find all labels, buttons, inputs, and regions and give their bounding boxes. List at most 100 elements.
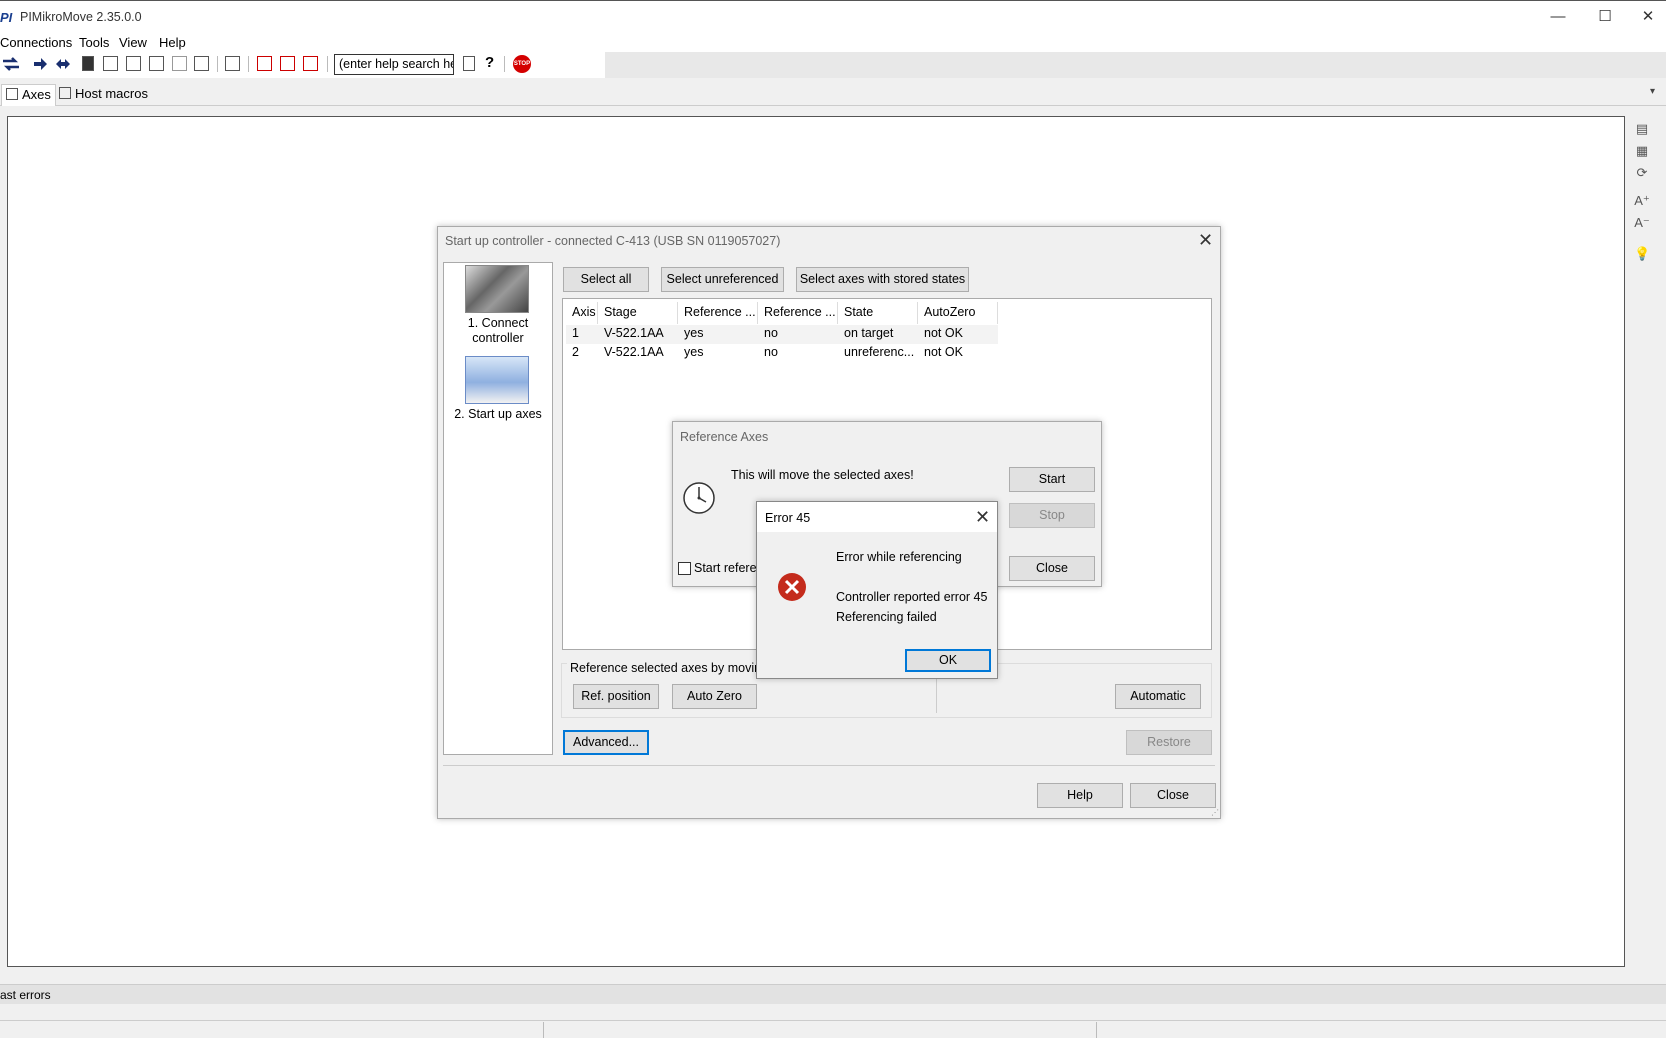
menu-view[interactable]: View <box>119 35 147 50</box>
toolbar-separator <box>217 56 218 72</box>
connect-icon[interactable] <box>2 56 20 75</box>
table-cell[interactable]: V-522.1AA <box>598 325 670 343</box>
move-both-icon[interactable] <box>55 56 71 75</box>
terminal-icon[interactable] <box>126 56 141 71</box>
tab-host-macros-label: Host macros <box>75 86 148 101</box>
bottom-status-strip <box>0 1020 1666 1038</box>
restore-button[interactable]: Restore <box>1126 730 1212 755</box>
ref-position-button[interactable]: Ref. position <box>573 684 659 709</box>
tab-host-macros[interactable]: Host macros <box>55 84 152 106</box>
start-referencing-checkbox[interactable] <box>678 562 691 575</box>
table-cell[interactable]: no <box>758 325 784 343</box>
table-cell[interactable]: yes <box>678 325 709 343</box>
help-button[interactable]: Help <box>1037 783 1123 808</box>
help-search-input[interactable]: (enter help search he <box>334 54 454 75</box>
table-cell[interactable]: 2 <box>566 344 585 362</box>
table-cell[interactable]: on target <box>838 325 899 343</box>
font-larger-icon[interactable]: A⁺ <box>1634 193 1650 209</box>
startup-dialog-close-icon[interactable]: ✕ <box>1198 230 1213 251</box>
table-cell[interactable]: unreferenc... <box>838 344 920 362</box>
table-cell[interactable]: 1 <box>566 325 585 343</box>
select-unreferenced-button[interactable]: Select unreferenced <box>661 267 784 292</box>
column-header-reference-2[interactable]: Reference ... <box>758 302 838 324</box>
auto-zero-button[interactable]: Auto Zero <box>672 684 757 709</box>
reference-group-label: Reference selected axes by moving <box>567 661 772 675</box>
error-ok-button[interactable]: OK <box>905 649 991 672</box>
error-dialog-close-icon[interactable]: ✕ <box>975 507 990 528</box>
maximize-button[interactable]: ☐ <box>1583 6 1627 28</box>
column-header-reference-1[interactable]: Reference ... <box>678 302 758 324</box>
table-cell[interactable]: V-522.1AA <box>598 344 670 362</box>
column-header-stage[interactable]: Stage <box>598 302 678 324</box>
scan-icon[interactable] <box>303 56 318 71</box>
error-line-3: Referencing failed <box>836 610 937 624</box>
panel-grid-icon[interactable]: ▦ <box>1634 143 1650 159</box>
step-connect-controller[interactable]: 1. Connect controller <box>444 316 552 346</box>
tab-dropdown-icon[interactable]: ▾ <box>1650 86 1655 97</box>
resize-grip-icon[interactable]: ⋰ <box>1211 808 1219 817</box>
dialog-separator <box>443 765 1215 766</box>
toolbar-separator <box>327 56 328 72</box>
help-icon[interactable]: ? <box>485 54 494 71</box>
trigger-icon[interactable] <box>280 56 295 71</box>
table-cell[interactable]: not OK <box>918 344 969 362</box>
status-text: ast errors <box>0 988 51 1002</box>
step-startup-line1: 2. Start up axes <box>454 407 542 421</box>
table-cell[interactable]: yes <box>678 344 709 362</box>
error-line-1: Error while referencing <box>836 550 962 564</box>
positioner-icon[interactable] <box>82 56 94 71</box>
error-line-2: Controller reported error 45 <box>836 590 988 604</box>
reference-message: This will move the selected axes! <box>731 468 914 482</box>
minimize-button[interactable]: — <box>1536 6 1580 28</box>
tab-axes[interactable]: Axes <box>1 84 56 106</box>
right-sidebar <box>1628 116 1666 967</box>
startup-dialog-title: Start up controller - connected C-413 (U… <box>445 234 781 248</box>
column-header-state[interactable]: State <box>838 302 918 324</box>
column-header-axis[interactable]: Axis <box>566 302 598 324</box>
data-recorder-icon[interactable] <box>172 56 187 71</box>
menu-tools[interactable]: Tools <box>79 35 109 50</box>
refresh-icon[interactable]: ⟳ <box>1634 165 1650 181</box>
menu-connections[interactable]: Connections <box>0 35 72 50</box>
title-bar <box>0 0 1666 34</box>
tip-icon[interactable]: 💡 <box>1634 246 1650 262</box>
group-divider <box>936 678 937 713</box>
graph-icon[interactable] <box>149 56 164 71</box>
reference-close-button[interactable]: Close <box>1009 556 1095 581</box>
step-start-up-axes[interactable]: 2. Start up axes <box>444 407 552 422</box>
automatic-button[interactable]: Automatic <box>1115 684 1201 709</box>
reference-start-button[interactable]: Start <box>1009 467 1095 492</box>
error-icon <box>777 572 807 605</box>
app-title: PIMikroMove 2.35.0.0 <box>20 10 142 24</box>
select-stored-states-button[interactable]: Select axes with stored states <box>796 267 969 292</box>
macro-tab-icon <box>59 87 71 99</box>
startup-close-button[interactable]: Close <box>1130 783 1216 808</box>
start-up-axes-image[interactable] <box>465 356 529 404</box>
waveform-icon[interactable] <box>257 56 272 71</box>
tab-strip <box>0 82 1666 106</box>
advanced-button[interactable]: Advanced... <box>563 730 649 755</box>
tab-axes-label: Axes <box>22 87 51 102</box>
move-right-icon[interactable] <box>32 56 48 75</box>
clock-icon <box>682 481 716 518</box>
table-icon <box>6 88 18 100</box>
table-cell[interactable]: no <box>758 344 784 362</box>
connect-controller-image[interactable] <box>465 265 529 313</box>
toolbar-empty-area <box>605 52 1666 78</box>
single-axis-icon[interactable] <box>103 56 118 71</box>
panel-icon[interactable] <box>225 56 240 71</box>
macro-icon[interactable] <box>194 56 209 71</box>
toolbar-separator <box>248 56 249 72</box>
status-divider <box>1096 1022 1097 1038</box>
font-smaller-icon[interactable]: A⁻ <box>1634 215 1650 231</box>
panel-list-icon[interactable]: ▤ <box>1634 121 1650 137</box>
column-header-autozero[interactable]: AutoZero <box>918 302 998 324</box>
menu-help[interactable]: Help <box>159 35 186 50</box>
search-help-icon[interactable] <box>463 56 475 71</box>
step-connect-line1: 1. Connect <box>467 316 529 330</box>
select-all-button[interactable]: Select all <box>563 267 649 292</box>
table-cell[interactable]: not OK <box>918 325 969 343</box>
stop-icon[interactable]: STOP <box>513 55 531 73</box>
close-window-button[interactable]: ✕ <box>1626 6 1666 28</box>
reference-stop-button[interactable]: Stop <box>1009 503 1095 528</box>
